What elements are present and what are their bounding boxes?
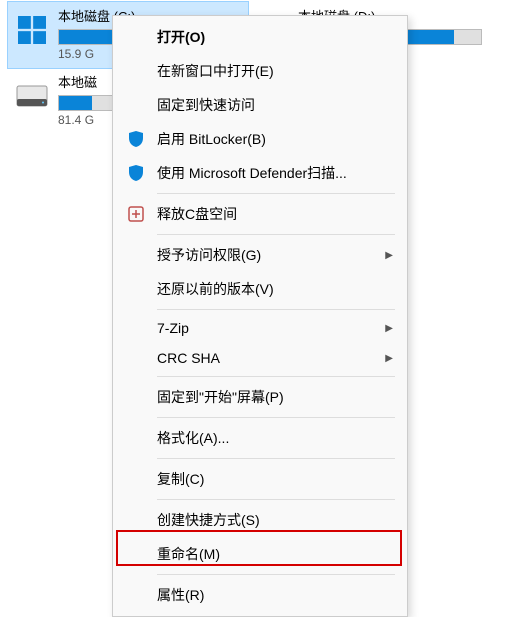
menu-copy[interactable]: 复制(C) bbox=[115, 462, 405, 496]
menu-open[interactable]: 打开(O) bbox=[115, 20, 405, 54]
menu-separator bbox=[157, 234, 395, 235]
menu-grant-access[interactable]: 授予访问权限(G)▶ bbox=[115, 238, 405, 272]
menu-7zip[interactable]: 7-Zip▶ bbox=[115, 313, 405, 343]
shield-icon bbox=[127, 164, 145, 182]
chevron-right-icon: ▶ bbox=[385, 353, 393, 364]
menu-separator bbox=[157, 458, 395, 459]
menu-rename[interactable]: 重命名(M) bbox=[115, 537, 405, 571]
menu-separator bbox=[157, 376, 395, 377]
menu-crc-sha[interactable]: CRC SHA▶ bbox=[115, 343, 405, 373]
menu-bitlocker[interactable]: 启用 BitLocker(B) bbox=[115, 122, 405, 156]
menu-properties[interactable]: 属性(R) bbox=[115, 578, 405, 612]
menu-separator bbox=[157, 499, 395, 500]
menu-separator bbox=[157, 309, 395, 310]
chevron-right-icon: ▶ bbox=[385, 323, 393, 334]
windows-logo-icon bbox=[14, 12, 50, 48]
chevron-right-icon: ▶ bbox=[385, 250, 393, 261]
cleanup-icon bbox=[127, 205, 145, 223]
disk-icon bbox=[14, 78, 50, 114]
menu-create-shortcut[interactable]: 创建快捷方式(S) bbox=[115, 503, 405, 537]
menu-open-new-window[interactable]: 在新窗口中打开(E) bbox=[115, 54, 405, 88]
menu-separator bbox=[157, 574, 395, 575]
menu-pin-start[interactable]: 固定到"开始"屏幕(P) bbox=[115, 380, 405, 414]
menu-pin-quick-access[interactable]: 固定到快速访问 bbox=[115, 88, 405, 122]
menu-defender-scan[interactable]: 使用 Microsoft Defender扫描... bbox=[115, 156, 405, 190]
context-menu: 打开(O) 在新窗口中打开(E) 固定到快速访问 启用 BitLocker(B)… bbox=[112, 15, 408, 617]
menu-separator bbox=[157, 417, 395, 418]
menu-previous-versions[interactable]: 还原以前的版本(V) bbox=[115, 272, 405, 306]
menu-free-c-space[interactable]: 释放C盘空间 bbox=[115, 197, 405, 231]
menu-separator bbox=[157, 193, 395, 194]
menu-format[interactable]: 格式化(A)... bbox=[115, 421, 405, 455]
shield-icon bbox=[127, 130, 145, 148]
